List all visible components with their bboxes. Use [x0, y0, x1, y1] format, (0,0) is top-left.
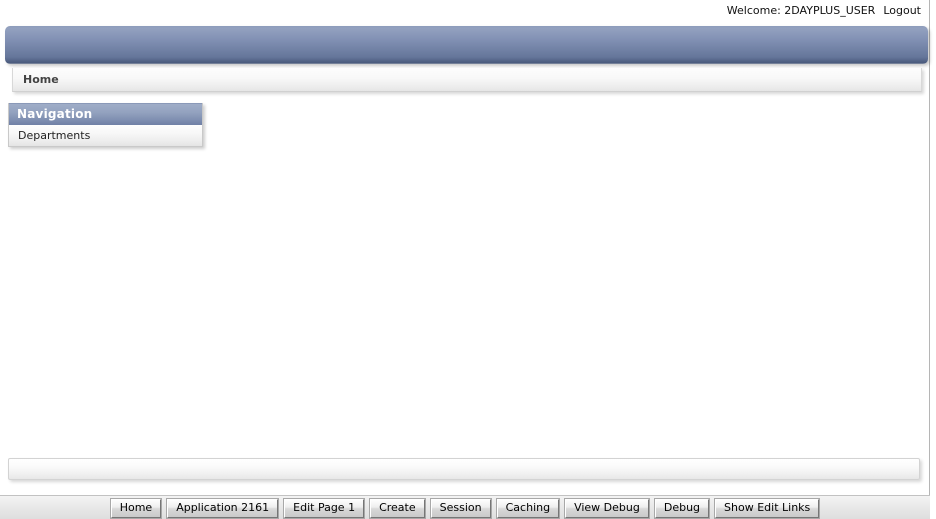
top-welcome-bar: Welcome: 2DAYPLUS_USER Logout: [0, 0, 930, 21]
dev-button-view-debug[interactable]: View Debug: [564, 498, 650, 519]
dev-button-debug[interactable]: Debug: [653, 498, 711, 519]
dev-button-edit-page[interactable]: Edit Page 1: [283, 498, 366, 519]
navigation-region: Navigation Departments: [8, 103, 203, 147]
dev-button-home[interactable]: Home: [109, 498, 163, 519]
breadcrumb: Home: [12, 68, 922, 92]
dev-button-session[interactable]: Session: [429, 498, 492, 519]
main-content-area: [210, 103, 922, 451]
footer-region-bar: [8, 458, 920, 480]
navigation-list: Departments: [9, 125, 202, 146]
breadcrumb-item-home[interactable]: Home: [23, 73, 59, 86]
dev-button-caching[interactable]: Caching: [495, 498, 561, 519]
page-frame: Welcome: 2DAYPLUS_USER Logout Home Naviga…: [0, 0, 930, 519]
navigation-region-title: Navigation: [17, 107, 93, 121]
application-title: [5, 26, 928, 37]
dev-button-application[interactable]: Application 2161: [166, 498, 280, 519]
application-header-bar: [5, 26, 928, 64]
sidebar-item-label[interactable]: Departments: [18, 129, 90, 142]
developer-toolbar: Home Application 2161 Edit Page 1 Create Ses…: [0, 495, 930, 519]
logout-link[interactable]: Logout: [883, 4, 921, 17]
sidebar-item-departments[interactable]: Departments: [9, 125, 202, 146]
welcome-text: Welcome: 2DAYPLUS_USER: [726, 4, 876, 17]
dev-button-show-edit-links[interactable]: Show Edit Links: [714, 498, 821, 519]
navigation-region-header: Navigation: [9, 103, 202, 125]
dev-button-create[interactable]: Create: [369, 498, 426, 519]
